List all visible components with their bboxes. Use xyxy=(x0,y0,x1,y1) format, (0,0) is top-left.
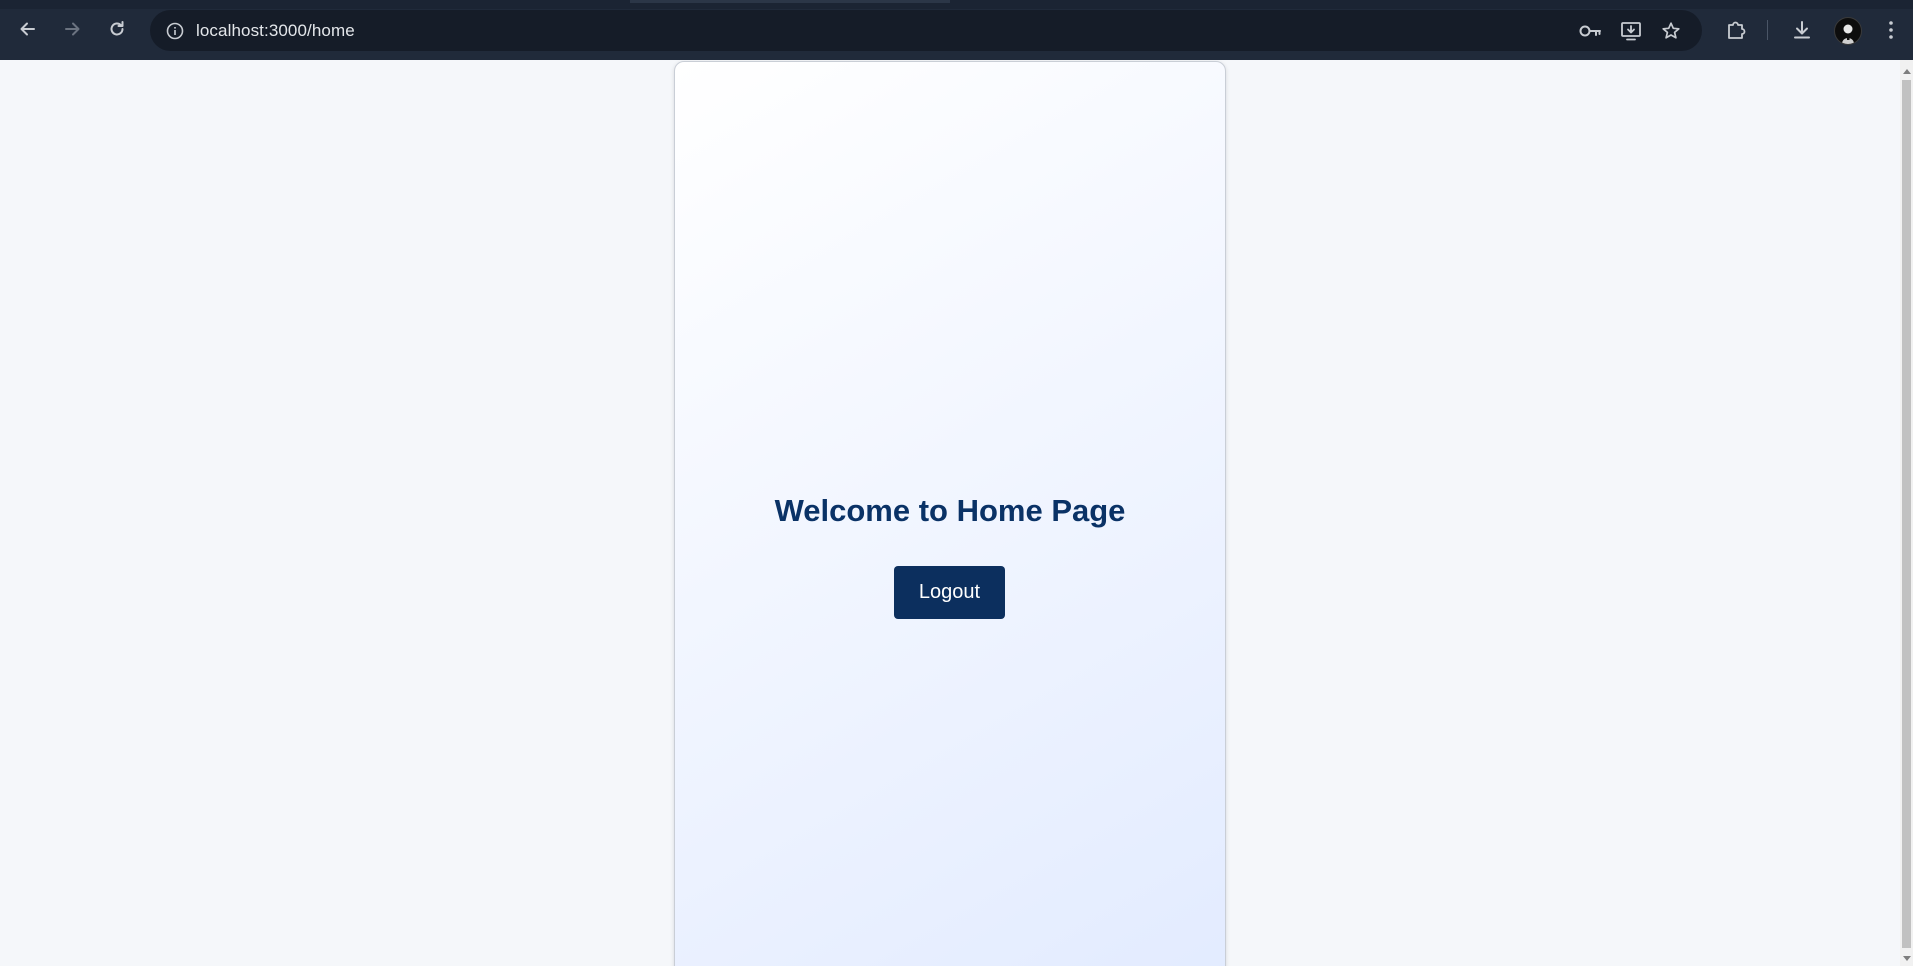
star-icon xyxy=(1662,22,1680,39)
address-bar[interactable]: localhost:3000/home xyxy=(150,10,1702,51)
arrow-left-icon xyxy=(20,22,35,36)
site-info-button[interactable] xyxy=(162,18,188,44)
tab-strip xyxy=(0,0,1913,9)
back-button[interactable] xyxy=(13,14,43,44)
url-text[interactable]: localhost:3000/home xyxy=(196,10,355,51)
vertical-scrollbar[interactable] xyxy=(1900,60,1913,966)
scroll-up-arrow[interactable] xyxy=(1903,69,1911,74)
active-tab-edge[interactable] xyxy=(630,0,950,3)
puzzle-icon xyxy=(1728,21,1746,39)
home-card: Welcome to Home Page Logout xyxy=(674,61,1226,966)
reload-button[interactable] xyxy=(102,14,132,44)
info-icon xyxy=(166,22,184,40)
arrow-right-icon xyxy=(65,22,80,36)
extensions-button[interactable] xyxy=(1722,16,1750,44)
browser-toolbar: localhost:3000/home xyxy=(0,0,1913,60)
key-icon xyxy=(1579,25,1601,37)
kebab-menu-icon xyxy=(1889,21,1893,39)
browser-menu-button[interactable] xyxy=(1877,16,1905,44)
scroll-down-arrow[interactable] xyxy=(1903,956,1911,961)
password-manager-button[interactable] xyxy=(1578,18,1604,44)
page-viewport: Welcome to Home Page Logout xyxy=(0,60,1900,966)
install-app-button[interactable] xyxy=(1618,18,1644,44)
forward-button[interactable] xyxy=(57,14,87,44)
bookmark-button[interactable] xyxy=(1658,18,1684,44)
download-icon xyxy=(1794,21,1810,39)
toolbar-divider xyxy=(1767,20,1768,40)
profile-picture xyxy=(1842,24,1854,44)
install-app-icon xyxy=(1621,22,1641,41)
reload-icon xyxy=(110,21,124,36)
downloads-button[interactable] xyxy=(1788,16,1816,44)
avatar[interactable] xyxy=(1834,17,1862,45)
logout-button[interactable]: Logout xyxy=(894,566,1005,619)
scrollbar-thumb[interactable] xyxy=(1902,80,1911,948)
page-title: Welcome to Home Page xyxy=(774,493,1126,528)
